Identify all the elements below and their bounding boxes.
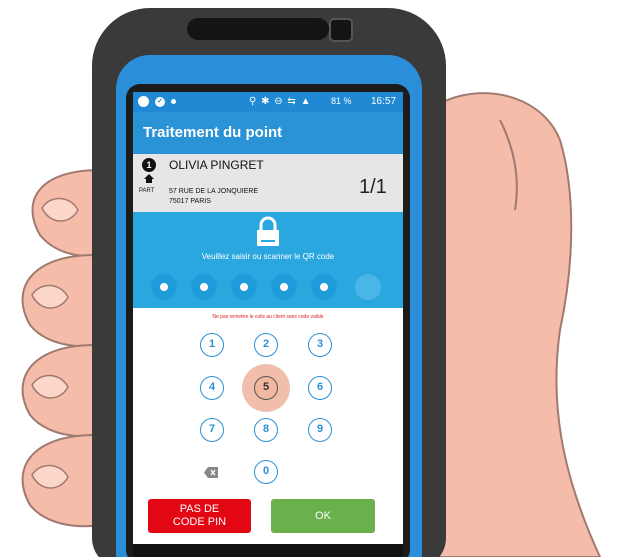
- pin-dot-filled: [151, 274, 177, 300]
- lock-icon: [257, 216, 279, 246]
- keypad-key-3[interactable]: 3: [308, 333, 332, 357]
- notification-icons: ✓: [138, 96, 176, 107]
- system-icons: ⚲ ✱ ⊖ ⇆ ▲: [249, 96, 312, 107]
- app-bar: Traitement du point: [133, 112, 403, 154]
- stop-progress: 1/1: [359, 176, 387, 198]
- phone-camera: [329, 18, 353, 42]
- address-line-1: 57 RUE DE LA JONQUIERE: [169, 188, 259, 195]
- keypad-key-2[interactable]: 2: [254, 333, 278, 357]
- phone-speaker: [187, 18, 329, 40]
- qr-panel: Veuillez saisir ou scanner le QR code: [133, 212, 403, 308]
- battery-level: 81 %: [331, 96, 352, 106]
- stop-number-badge: 1: [142, 158, 156, 172]
- no-pin-label-line2: CODE PIN: [172, 516, 227, 528]
- home-icon: [144, 174, 154, 183]
- keypad-key-1[interactable]: 1: [200, 333, 224, 357]
- keypad-key-8[interactable]: 8: [254, 418, 278, 442]
- pin-dot-filled: [191, 274, 217, 300]
- client-type-label: PART: [139, 188, 155, 194]
- keypad-key-5[interactable]: 5: [254, 376, 278, 400]
- pin-dot-filled: [231, 274, 257, 300]
- warning-message: Ne pas remettre le colis au client sans …: [212, 314, 324, 320]
- pin-dot-empty: [355, 274, 381, 300]
- backspace-icon[interactable]: [204, 467, 218, 478]
- pin-dot-filled: [271, 274, 297, 300]
- stop-card[interactable]: 1 OLIVIA PINGRET PART 57 RUE DE LA JONQU…: [133, 154, 403, 212]
- keypad-key-0[interactable]: 0: [254, 460, 278, 484]
- client-name: OLIVIA PINGRET: [169, 158, 264, 172]
- qr-instruction: Veuillez saisir ou scanner le QR code: [201, 252, 335, 261]
- ok-button[interactable]: OK: [271, 499, 375, 533]
- check-icon: ✓: [155, 96, 165, 107]
- no-pin-label-line1: PAS DE: [179, 503, 220, 515]
- pin-indicator: [133, 274, 403, 304]
- keypad-key-4[interactable]: 4: [200, 376, 224, 400]
- pin-dot-filled: [311, 274, 337, 300]
- keypad-key-6[interactable]: 6: [308, 376, 332, 400]
- status-bar: ✓ ⚲ ✱ ⊖ ⇆ ▲ 81 % 16:57: [133, 92, 403, 112]
- notification-icon: [138, 96, 149, 107]
- page-title: Traitement du point: [143, 124, 283, 141]
- keypad-key-9[interactable]: 9: [308, 418, 332, 442]
- keypad-key-7[interactable]: 7: [200, 418, 224, 442]
- address-line-2: 75017 PARIS: [169, 198, 211, 205]
- android-nav-bar: [133, 544, 403, 557]
- dot-icon: [171, 99, 176, 104]
- phone-screen: ✓ ⚲ ✱ ⊖ ⇆ ▲ 81 % 16:57 Traitement du poi…: [133, 92, 403, 557]
- no-pin-button[interactable]: PAS DE CODE PIN: [148, 499, 251, 533]
- clock: 16:57: [371, 96, 397, 107]
